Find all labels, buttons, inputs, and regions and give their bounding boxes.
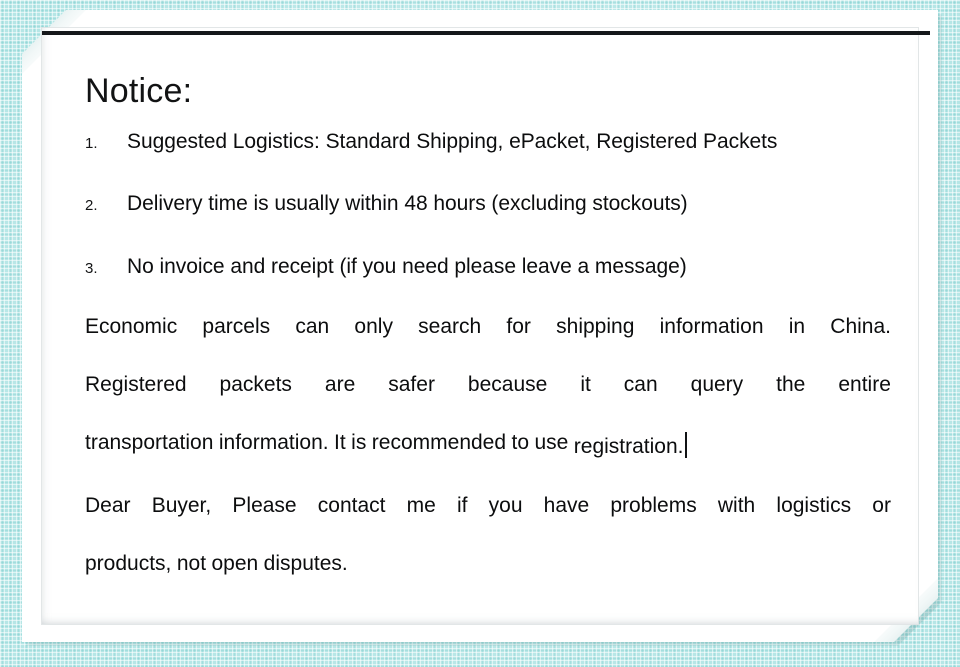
paragraph-word: transportation xyxy=(85,430,214,454)
paragraph-word: Buyer, xyxy=(151,493,212,517)
paragraph-word: in xyxy=(788,314,806,338)
paragraph-word: can xyxy=(295,314,330,338)
paragraph-word: registration. xyxy=(574,431,688,458)
list-item: 2. Delivery time is usually within 48 hou… xyxy=(85,191,891,217)
paragraph-word: information. xyxy=(218,430,329,454)
paragraph-word: if xyxy=(456,493,468,517)
notice-paragraph: Economic parcels can only search for shipping i… xyxy=(85,316,891,574)
paragraph-word: is xyxy=(351,430,367,454)
paragraph-word: logistics xyxy=(776,493,852,517)
paragraph-word: problems xyxy=(610,493,697,517)
paragraph-word: Please xyxy=(232,493,297,517)
list-item: 1. Suggested Logistics: Standard Shipping… xyxy=(85,129,891,155)
paragraph-word: entire xyxy=(838,372,891,396)
paragraph-word: me xyxy=(406,493,436,517)
paragraph-word: It xyxy=(334,430,346,454)
paragraph-word: packets xyxy=(219,372,292,396)
paragraph-word: because xyxy=(467,372,548,396)
paragraph-word: to xyxy=(511,430,529,454)
paragraph-word: have xyxy=(543,493,590,517)
paragraph-line: products, not open disputes. xyxy=(85,553,891,574)
paragraph-word: Dear xyxy=(85,493,131,517)
paragraph-word: are xyxy=(324,372,356,396)
paragraph-word: search xyxy=(418,314,482,338)
notice-text-block: Notice: 1. Suggested Logistics: Standard … xyxy=(85,72,891,574)
list-item-marker: 1. xyxy=(85,135,98,153)
paragraph-word: Registered xyxy=(85,372,187,396)
list-item-marker: 2. xyxy=(85,197,98,215)
paragraph-word: can xyxy=(623,372,658,396)
paragraph-word: disputes. xyxy=(263,551,348,575)
paragraph-line: Dear Buyer, Please contact me if you have proble… xyxy=(85,495,891,516)
paragraph-line: Registered packets are safer because it can que… xyxy=(85,374,891,395)
paragraph-word: the xyxy=(776,372,806,396)
list-item: 3. No invoice and receipt (if you need pl… xyxy=(85,254,891,280)
paragraph-word: contact xyxy=(317,493,386,517)
numbered-list: 1. Suggested Logistics: Standard Shipping… xyxy=(85,129,891,280)
paragraph-word: query xyxy=(690,372,744,396)
text-caret xyxy=(685,431,688,458)
paragraph-word: or xyxy=(872,493,891,517)
paragraph-word: only xyxy=(354,314,393,338)
paragraph-word: recommended xyxy=(371,430,507,454)
paragraph-word: China. xyxy=(830,314,891,338)
paragraph-word: open xyxy=(211,551,259,575)
paragraph-word: use xyxy=(534,430,569,454)
paragraph-word: products, xyxy=(85,551,172,575)
paragraph-word: for xyxy=(506,314,531,338)
paragraph-word: parcels xyxy=(202,314,271,338)
list-item-label: Suggested Logistics: Standard Shipping, … xyxy=(127,130,778,154)
list-item-marker: 3. xyxy=(85,259,98,277)
paragraph-line: Economic parcels can only search for shipping i… xyxy=(85,316,891,337)
paragraph-line: transportation information. It is recommende… xyxy=(85,430,891,458)
list-item-label: No invoice and receipt (if you need plea… xyxy=(127,254,687,278)
paragraph-word: shipping xyxy=(556,314,635,338)
notice-slide: Notice: 1. Suggested Logistics: Standard … xyxy=(0,0,960,667)
header-divider-rule xyxy=(42,31,930,35)
paragraph-word: information xyxy=(659,314,764,338)
paragraph-word: with xyxy=(717,493,756,517)
paragraph-word: it xyxy=(580,372,591,396)
paragraph-word: not xyxy=(176,551,207,575)
paragraph-word: safer xyxy=(388,372,435,396)
paragraph-word: you xyxy=(488,493,523,517)
page-title: Notice: xyxy=(85,72,193,110)
paragraph-word: Economic xyxy=(85,314,178,338)
list-item-label: Delivery time is usually within 48 hours… xyxy=(127,192,688,216)
